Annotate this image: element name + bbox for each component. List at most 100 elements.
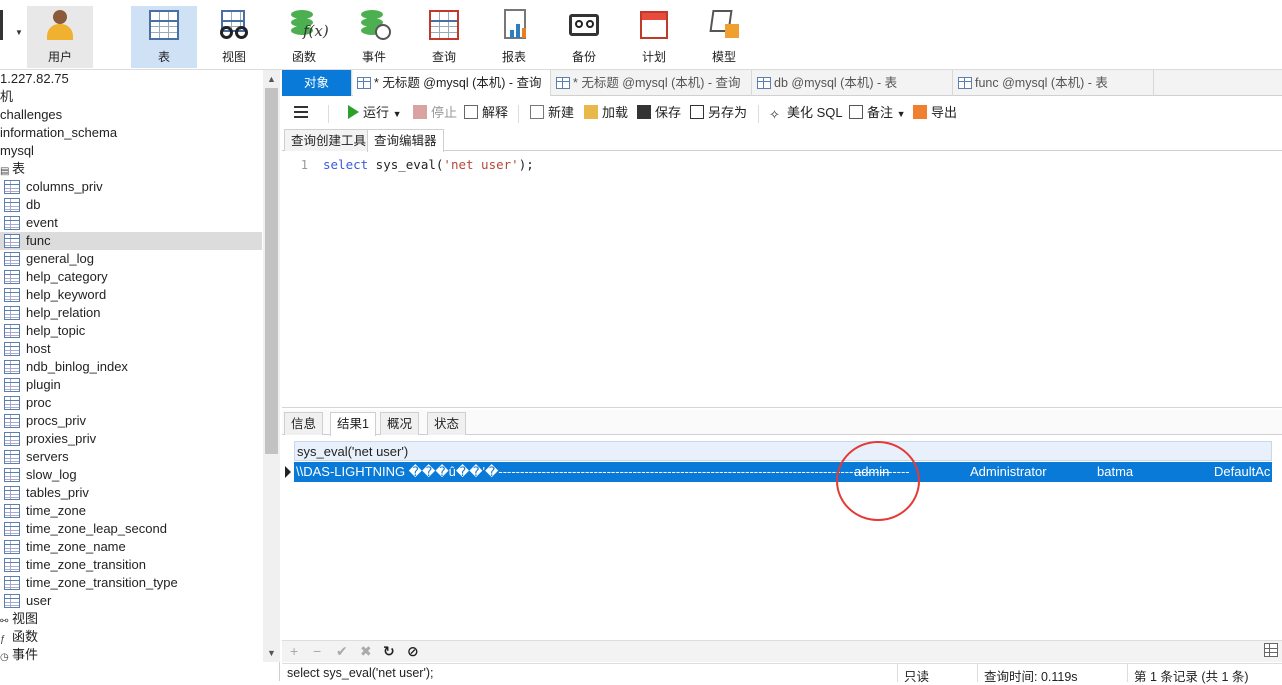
tab-query-builder[interactable]: 查询创建工具 — [284, 129, 374, 151]
tree-database-information-schema[interactable]: information_schema — [0, 124, 262, 142]
connection-icon[interactable] — [0, 10, 3, 40]
tree-table-item[interactable]: help_keyword — [0, 286, 262, 304]
tab-table-db[interactable]: db @mysql (本机) - 表 — [753, 70, 953, 96]
tree-table-item[interactable]: help_topic — [0, 322, 262, 340]
column-header[interactable]: sys_eval('net user') — [294, 441, 1272, 461]
ribbon-query-button[interactable]: 查询 — [411, 6, 477, 68]
run-button[interactable]: 运行 ▼ — [348, 104, 402, 122]
table-icon — [4, 594, 20, 608]
delete-record-button[interactable]: − — [313, 643, 321, 659]
new-button[interactable]: 新建 — [530, 104, 574, 122]
load-button[interactable]: 加载 — [584, 104, 628, 122]
tree-table-item[interactable]: event — [0, 214, 262, 232]
tree-table-item[interactable]: time_zone_transition — [0, 556, 262, 574]
ribbon-table-button[interactable]: 表 — [131, 6, 197, 68]
tree-table-item[interactable]: help_relation — [0, 304, 262, 322]
tab-result1[interactable]: 结果1 — [330, 412, 376, 436]
table-icon — [4, 324, 20, 338]
tree-table-item[interactable]: servers — [0, 448, 262, 466]
export-label: 导出 — [931, 105, 958, 120]
tree-views-node[interactable]: ⚯ 视图 — [0, 610, 262, 628]
tree-table-item[interactable]: func — [0, 232, 262, 250]
grid-view-icon[interactable] — [1264, 643, 1278, 657]
tree-table-item[interactable]: time_zone — [0, 502, 262, 520]
discard-changes-button[interactable]: ✖ — [360, 643, 372, 660]
table-icon — [4, 252, 20, 266]
tab-table-func[interactable]: func @mysql (本机) - 表 — [954, 70, 1154, 96]
tab-profile[interactable]: 概况 — [380, 412, 420, 435]
sidebar-scrollbar[interactable]: ▲ ▼ — [263, 70, 280, 662]
tree-table-item[interactable]: plugin — [0, 376, 262, 394]
save-as-button[interactable]: 另存为 — [690, 104, 747, 122]
status-bar: select sys_eval('net user'); 只读 查询时间: 0.… — [282, 663, 1282, 684]
backup-icon — [565, 8, 603, 42]
ribbon-user-button[interactable]: 用户 — [27, 6, 93, 68]
tree-table-item[interactable]: procs_priv — [0, 412, 262, 430]
tab-query-editor[interactable]: 查询编辑器 — [367, 129, 444, 152]
tree-database-mysql[interactable]: mysql — [0, 142, 262, 160]
run-label: 运行 — [363, 105, 390, 120]
tree-table-item[interactable]: help_category — [0, 268, 262, 286]
chevron-down-icon[interactable]: ▼ — [897, 109, 906, 119]
tab-objects[interactable]: 对象 — [282, 70, 352, 96]
event-icon — [355, 8, 393, 42]
ribbon-view-button[interactable]: 视图 — [201, 6, 267, 68]
explain-button[interactable]: 解释 — [464, 104, 508, 122]
tree-table-item[interactable]: time_zone_leap_second — [0, 520, 262, 538]
tab-label: 对象 — [303, 76, 329, 90]
ribbon-backup-button[interactable]: 备份 — [551, 6, 617, 68]
tree-table-item[interactable]: db — [0, 196, 262, 214]
tree-tables-node[interactable]: ▤ 表 — [0, 160, 262, 178]
tab-status[interactable]: 状态 — [427, 412, 467, 435]
chevron-down-icon[interactable]: ▼ — [393, 109, 402, 119]
stop-button[interactable]: 停止 — [413, 104, 457, 122]
ribbon-report-button[interactable]: 报表 — [481, 6, 547, 68]
tree-events-node[interactable]: ◷ 事件 — [0, 646, 262, 662]
tree-table-item[interactable]: proc — [0, 394, 262, 412]
tree-table-item[interactable]: host — [0, 340, 262, 358]
tree-functions-node[interactable]: ƒ 函数 — [0, 628, 262, 646]
comment-button[interactable]: 备注 ▼ — [849, 104, 906, 122]
add-record-button[interactable]: + — [290, 643, 298, 659]
tree-table-item[interactable]: time_zone_name — [0, 538, 262, 556]
apply-changes-button[interactable]: ✔ — [336, 643, 348, 660]
sql-editor[interactable]: 1 select sys_eval('net user'); — [282, 152, 1282, 408]
scroll-down-icon[interactable]: ▼ — [265, 646, 278, 660]
ribbon-model-button[interactable]: 模型 — [691, 6, 757, 68]
tree-connection[interactable]: 1.227.82.75 — [0, 70, 262, 88]
ribbon-backup-label: 备份 — [571, 50, 596, 64]
menu-icon[interactable] — [294, 106, 308, 118]
save-icon — [637, 105, 651, 119]
tree-table-item[interactable]: ndb_binlog_index — [0, 358, 262, 376]
tab-info[interactable]: 信息 — [284, 412, 324, 435]
tree-database-challenges[interactable]: challenges — [0, 106, 262, 124]
tree-table-item[interactable]: time_zone_transition_type — [0, 574, 262, 592]
refresh-button[interactable]: ↻ — [383, 643, 395, 660]
chevron-down-icon[interactable]: ▼ — [15, 28, 23, 37]
tree-table-item[interactable]: user — [0, 592, 262, 610]
ribbon-query-label: 查询 — [431, 50, 456, 64]
tree-table-item[interactable]: tables_priv — [0, 484, 262, 502]
stop-loading-button[interactable]: ⊘ — [407, 643, 419, 660]
tab-query-untitled-2[interactable]: * 无标题 @mysql (本机) - 查询 — [552, 70, 752, 96]
grid-navigation-bar: + − ✔ ✖ ↻ ⊘ — [282, 640, 1282, 662]
scrollbar-thumb[interactable] — [265, 88, 278, 454]
table-row[interactable]: \\DAS-LIGHTNING ���û��'�----------------… — [294, 462, 1272, 482]
sql-code[interactable]: select sys_eval('net user'); — [323, 157, 534, 172]
export-button[interactable]: 导出 — [913, 104, 957, 122]
tab-query-untitled-1[interactable]: * 无标题 @mysql (本机) - 查询 — [353, 70, 551, 96]
tree-table-item[interactable]: columns_priv — [0, 178, 262, 196]
tree-table-item[interactable]: slow_log — [0, 466, 262, 484]
tree-table-item[interactable]: general_log — [0, 250, 262, 268]
ribbon-function-button[interactable]: f(x) 函数 — [271, 6, 337, 68]
beautify-sql-button[interactable]: ✧ 美化 SQL — [769, 104, 843, 122]
tree-table-label: plugin — [26, 377, 61, 392]
row-pointer-icon — [285, 466, 291, 478]
document-tabs: 对象 * 无标题 @mysql (本机) - 查询 * 无标题 @mysql (… — [282, 70, 1282, 96]
tree-table-item[interactable]: proxies_priv — [0, 430, 262, 448]
scroll-up-icon[interactable]: ▲ — [265, 72, 278, 86]
ribbon-schedule-button[interactable]: 计划 — [621, 6, 687, 68]
tree-database-jiu[interactable]: 机 — [0, 88, 262, 106]
save-button[interactable]: 保存 — [637, 104, 681, 122]
ribbon-event-button[interactable]: 事件 — [341, 6, 407, 68]
